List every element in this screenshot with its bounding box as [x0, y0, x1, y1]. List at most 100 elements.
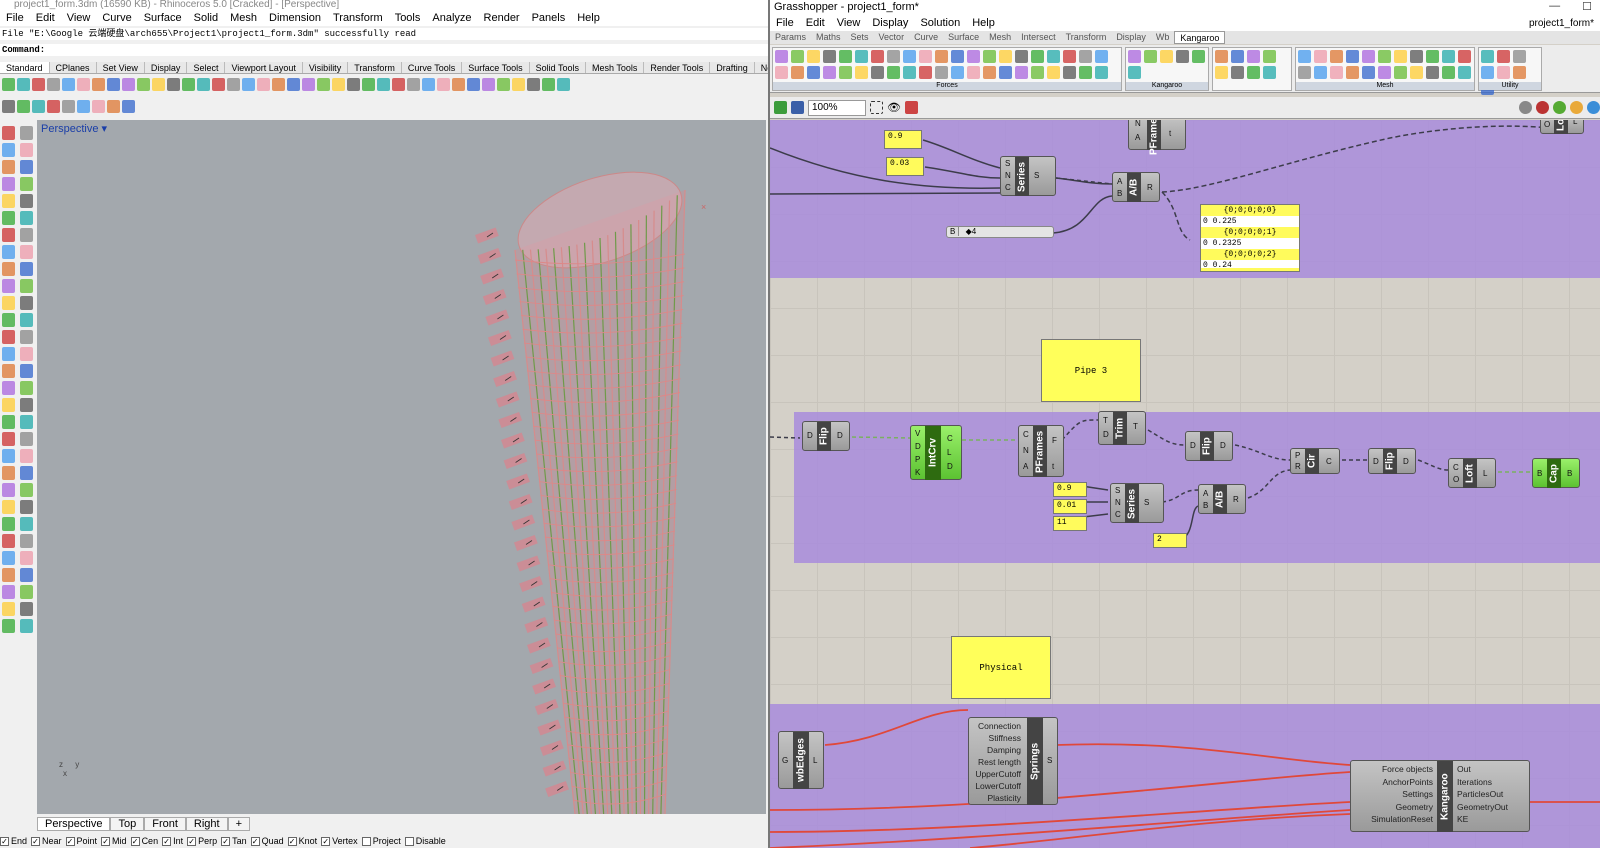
save-icon[interactable]: [791, 101, 804, 114]
panel-11[interactable]: 11: [1053, 516, 1087, 531]
force-tool-icon[interactable]: [1079, 50, 1092, 63]
mesh-tool-icon[interactable]: [1394, 66, 1407, 79]
draw-tool-icon[interactable]: [20, 551, 33, 565]
panel-pipe-3[interactable]: Pipe 3: [1041, 339, 1141, 402]
draw-tool-icon[interactable]: [2, 466, 15, 480]
pframes-top-component[interactable]: NA PFrames t: [1128, 120, 1186, 155]
gh-tab-curve[interactable]: Curve: [909, 31, 943, 44]
force-tool-icon[interactable]: [1095, 50, 1108, 63]
draw-tool-icon[interactable]: [2, 228, 15, 242]
mesh-tool-icon[interactable]: [1442, 66, 1455, 79]
draw-tool-icon[interactable]: [20, 211, 33, 225]
osnap-knot[interactable]: ✓ Knot: [287, 836, 317, 846]
mesh-tool-icon[interactable]: [1426, 66, 1439, 79]
tab-viewport-layout[interactable]: Viewport Layout: [225, 62, 303, 73]
gh-menu-edit[interactable]: Edit: [800, 17, 831, 29]
force-tool-icon[interactable]: [935, 66, 948, 79]
osnap-quad[interactable]: ✓ Quad: [250, 836, 284, 846]
draw-tool-icon[interactable]: [2, 568, 15, 582]
draw-tool-icon[interactable]: [20, 347, 33, 361]
rhino-menu-mesh[interactable]: Mesh: [224, 12, 263, 24]
osnap-int[interactable]: ✓ Int: [162, 836, 183, 846]
view-tab-right[interactable]: Right: [185, 817, 228, 831]
toolbar-tool-icon[interactable]: [197, 77, 210, 91]
gh-canvas[interactable]: NA PFrames t O Lo L 0.9 0.03 SNC Series …: [770, 120, 1600, 848]
toolbar-tool-icon[interactable]: [362, 77, 375, 91]
draw-tool-icon[interactable]: [20, 466, 33, 480]
mesh-tool-icon[interactable]: [1298, 50, 1311, 63]
osnap-end[interactable]: ✓ End: [0, 836, 27, 846]
utility-tool-icon[interactable]: [1247, 50, 1260, 63]
mesh-tool-icon[interactable]: [1362, 50, 1375, 63]
gh-tab-sets[interactable]: Sets: [846, 31, 874, 44]
kangaroo-output[interactable]: Iterations: [1457, 776, 1508, 789]
zoom-extents-icon[interactable]: [870, 101, 883, 114]
number-slider[interactable]: B ◆4: [946, 226, 1054, 238]
draw-tool-icon[interactable]: [20, 483, 33, 497]
force-tool-icon[interactable]: [855, 66, 868, 79]
gh-tab-transform[interactable]: Transform: [1061, 31, 1112, 44]
toolbar-tool-icon[interactable]: [77, 77, 90, 91]
panel-0-9[interactable]: 0.9: [1053, 482, 1087, 497]
gh-tab-surface[interactable]: Surface: [943, 31, 984, 44]
toolbar-tool-icon[interactable]: [437, 77, 450, 91]
kangaroo-output[interactable]: Out: [1457, 763, 1508, 776]
toolbar-tool-icon[interactable]: [422, 77, 435, 91]
toolbar-tool-icon[interactable]: [152, 77, 165, 91]
force-tool-icon[interactable]: [1095, 66, 1108, 79]
draw-tool-icon[interactable]: [2, 381, 15, 395]
tab-display[interactable]: Display: [145, 62, 188, 73]
toolbar-tool-icon[interactable]: [377, 77, 390, 91]
cap-component[interactable]: B Cap B: [1532, 458, 1580, 488]
springs-input[interactable]: Plasticity: [975, 792, 1021, 804]
draw-tool-icon[interactable]: [20, 143, 33, 157]
toolbar-tool-icon[interactable]: [257, 77, 270, 91]
tab-mesh-tools[interactable]: Mesh Tools: [586, 62, 645, 73]
tab-solid-tools[interactable]: Solid Tools: [530, 62, 586, 73]
kangaroo-tool-icon[interactable]: [1144, 50, 1157, 63]
data-panel[interactable]: {0;0;0;0;0} 0 0.225 {0;0;0;0;1} 0 0.2325…: [1200, 204, 1300, 272]
kangaroo-input[interactable]: SimulationReset: [1371, 813, 1433, 826]
toolbar-tool-icon[interactable]: [347, 77, 360, 91]
viewport-title[interactable]: Perspective ▾: [41, 122, 107, 135]
kangaroo-tool-icon[interactable]: [1128, 66, 1141, 79]
display-tool-icon[interactable]: [107, 99, 120, 113]
mesh-tool-icon[interactable]: [1394, 50, 1407, 63]
kangaroo-input[interactable]: Geometry: [1371, 801, 1433, 814]
view-tab-add[interactable]: +: [227, 817, 251, 831]
toolbar-tool-icon[interactable]: [122, 77, 135, 91]
draw-tool-icon[interactable]: [2, 432, 15, 446]
draw-tool-icon[interactable]: [20, 245, 33, 259]
display-tool-icon[interactable]: [122, 99, 135, 113]
springs-input[interactable]: LowerCutoff: [975, 780, 1021, 792]
osnap-tan[interactable]: ✓ Tan: [221, 836, 247, 846]
rhino-menu-solid[interactable]: Solid: [188, 12, 224, 24]
force-tool-icon[interactable]: [1047, 50, 1060, 63]
view-tab-perspective[interactable]: Perspective: [37, 817, 111, 831]
lo-top-component[interactable]: O Lo L: [1540, 120, 1584, 134]
gh-tab-mesh[interactable]: Mesh: [984, 31, 1016, 44]
flip-component-2[interactable]: D Flip D: [1185, 431, 1233, 461]
minimize-icon[interactable]: —: [1549, 0, 1560, 13]
tab-visibility[interactable]: Visibility: [303, 62, 349, 73]
globe-icon[interactable]: [1587, 101, 1600, 114]
maximize-icon[interactable]: ☐: [1582, 0, 1592, 13]
toolbar-tool-icon[interactable]: [92, 77, 105, 91]
toolbar-tool-icon[interactable]: [62, 77, 75, 91]
draw-tool-icon[interactable]: [2, 211, 15, 225]
draw-tool-icon[interactable]: [2, 194, 15, 208]
draw-tool-icon[interactable]: [2, 313, 15, 327]
cir-component[interactable]: PR Cir C: [1290, 448, 1340, 474]
mesh-tool-icon[interactable]: [1458, 50, 1471, 63]
toolbar-tool-icon[interactable]: [242, 77, 255, 91]
draw-tool-icon[interactable]: [20, 500, 33, 514]
mesh-tool-icon[interactable]: [1298, 66, 1311, 79]
pframes-component[interactable]: CNA PFrames Ft: [1018, 425, 1064, 477]
intcrv-component[interactable]: VDPK IntCrv CLD: [910, 425, 962, 480]
toolbar-tool-icon[interactable]: [107, 77, 120, 91]
tab-transform[interactable]: Transform: [348, 62, 402, 73]
draw-tool-icon[interactable]: [2, 398, 15, 412]
tab-drafting[interactable]: Drafting: [710, 62, 755, 73]
rhino-menu-analyze[interactable]: Analyze: [426, 12, 477, 24]
draw-tool-icon[interactable]: [2, 500, 15, 514]
